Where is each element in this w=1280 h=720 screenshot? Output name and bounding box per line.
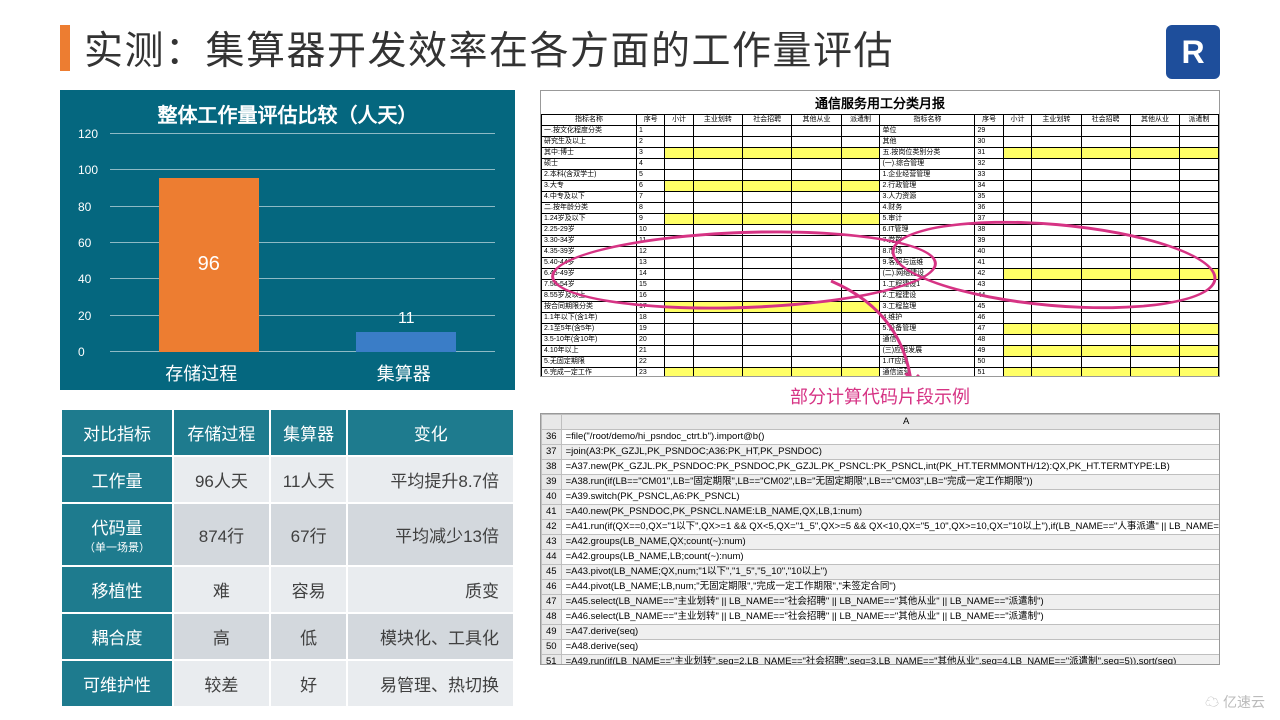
page-title: 实测：集算器开发效率在各方面的工作量评估: [84, 20, 894, 76]
report-screenshot: 通信服务用工分类月报 指标名称序号小计主业划转社会招聘其他从业派遣制指标名称序号…: [540, 90, 1220, 377]
report-title: 通信服务用工分类月报: [541, 93, 1219, 112]
title-accent-bar: [60, 25, 70, 71]
annotation-label: 部分计算代码片段示例: [540, 383, 1220, 409]
code-screenshot: ABCDE36=file("/root/demo/hi_psndoc_ctrt.…: [540, 413, 1220, 665]
brand-logo: R: [1166, 25, 1220, 79]
comparison-table: 对比指标存储过程集算器变化 工作量96人天11人天平均提升8.7倍代码量（单一场…: [60, 408, 515, 708]
title-area: 实测：集算器开发效率在各方面的工作量评估: [60, 20, 1220, 76]
bar-chart: 整体工作量评估比较（人天） 020406080100120 9611 存储过程集…: [60, 90, 515, 390]
chart-title: 整体工作量评估比较（人天）: [70, 99, 505, 128]
watermark: ☁ 亿速云: [1205, 692, 1265, 712]
